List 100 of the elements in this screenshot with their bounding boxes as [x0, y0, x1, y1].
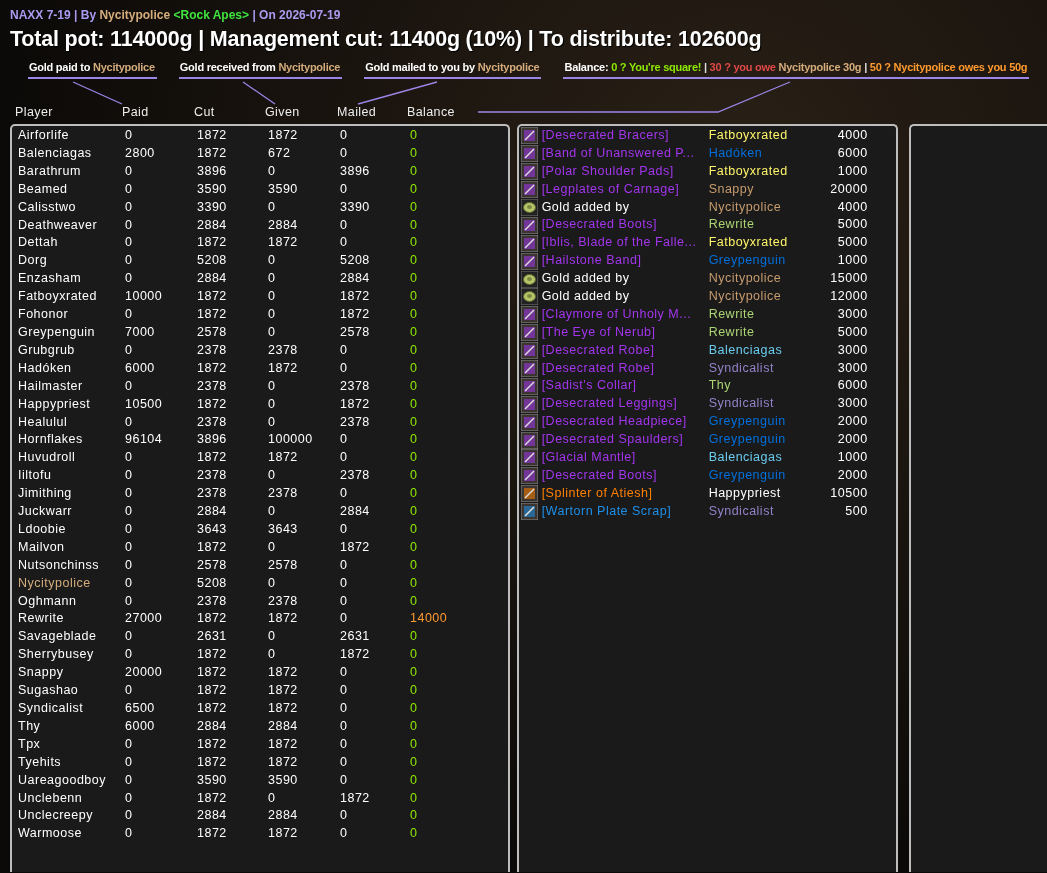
- item-link[interactable]: [Band of Unanswered P...: [541, 144, 709, 163]
- table-cell-text: 1872: [197, 288, 228, 306]
- column-header: Cut: [194, 105, 216, 119]
- table-cell-text: 0: [125, 270, 134, 288]
- player-name: Fohonor: [18, 306, 70, 324]
- table-cell-text: 1872: [197, 664, 228, 682]
- item-icon: [520, 181, 538, 199]
- table-cell-text: 2378: [340, 467, 371, 485]
- item-link[interactable]: [Polar Shoulder Pads]: [541, 162, 709, 181]
- table-cell-text: 3643: [268, 520, 299, 538]
- winner-name: Fatboyxrated: [708, 127, 789, 144]
- table-cell-text: 1872: [197, 359, 228, 377]
- winner-name: Fatboyxrated: [708, 162, 789, 180]
- table-cell-text: 0: [125, 377, 134, 395]
- table-cell-text: 1872: [197, 234, 228, 252]
- item-link[interactable]: [Splinter of Atiesh]: [541, 484, 709, 503]
- table-cell-text: 0: [125, 556, 134, 574]
- player-name: Happypriest: [18, 395, 92, 413]
- table-cell-text: 0: [340, 485, 349, 503]
- table-cell-text: 0: [410, 341, 419, 359]
- table-cell-text: 0: [268, 377, 277, 395]
- table-cell-text: 1872: [197, 144, 228, 162]
- table-cell-text: 0: [340, 771, 349, 789]
- item-link[interactable]: [Desecrated Robe]: [541, 341, 709, 360]
- price-amount: 12000: [829, 288, 868, 305]
- table-cell-text: 1872: [340, 395, 371, 413]
- table-cell-text: 2884: [197, 270, 228, 288]
- player-name: Healulul: [18, 413, 69, 431]
- table-cell-text: 0: [340, 127, 349, 144]
- item-link[interactable]: [Desecrated Leggings]: [541, 395, 709, 414]
- player-name: Unclecreepy: [18, 807, 94, 825]
- table-cell-text: 0: [125, 574, 134, 592]
- item-link[interactable]: [Desecrated Robe]: [541, 359, 709, 378]
- table-cell-text: 0: [410, 127, 419, 144]
- table-cell-text: 0: [268, 323, 277, 341]
- table-cell-text: 0: [268, 395, 277, 413]
- item-icon: [520, 216, 538, 234]
- table-cell-text: 3896: [340, 162, 371, 180]
- table-cell-text: 2884: [197, 503, 228, 521]
- winner-name: Nycitypolice: [708, 288, 783, 305]
- legend-label: Gold mailed to you by Nycitypolice: [364, 60, 542, 79]
- table-cell-text: 0: [410, 700, 419, 717]
- item-link[interactable]: [Hailstone Band]: [541, 252, 709, 271]
- table-cell-text: 0: [125, 735, 134, 753]
- item-link[interactable]: [Desecrated Bracers]: [541, 127, 709, 145]
- table-cell-text: 2378: [268, 341, 299, 359]
- player-name: Beamed: [18, 180, 69, 198]
- table-cell-text: 0: [340, 735, 349, 753]
- player-name: Tpx: [18, 735, 42, 753]
- item-link[interactable]: [Desecrated Boots]: [541, 466, 709, 485]
- table-cell-text: 0: [340, 717, 349, 735]
- item-link[interactable]: [Desecrated Spaulders]: [541, 431, 709, 450]
- item-link[interactable]: [Glacial Mantle]: [541, 449, 709, 467]
- table-cell-text: 0: [125, 252, 134, 270]
- table-cell-text: 1872: [340, 789, 371, 807]
- item-link[interactable]: [Desecrated Boots]: [541, 216, 709, 235]
- player-name: Warmoose: [18, 825, 83, 843]
- item-link[interactable]: [Claymore of Unholy M...: [541, 305, 709, 324]
- player-name: Nutsonchinss: [18, 556, 101, 574]
- table-cell-text: 7000: [125, 323, 156, 341]
- price-amount: 2000: [836, 431, 868, 449]
- table-cell-text: 1872: [197, 538, 228, 556]
- balance-legend: Balance: 0 ? You're square! | 30 ? you owe Nycitypolice 30g | 50 ? Nycitypolice owes you 50g: [563, 60, 1030, 79]
- item-icon: [520, 431, 538, 449]
- player-name: Savageblade: [18, 628, 98, 646]
- item-link[interactable]: [Legplates of Carnage]: [541, 180, 709, 199]
- item-link[interactable]: [The Eye of Nerub]: [541, 323, 709, 342]
- table-cell-text: 2884: [197, 807, 228, 825]
- winner-name: Nycitypolice: [708, 270, 783, 288]
- item-link[interactable]: [Sadist's Collar]: [541, 377, 709, 396]
- price-amount: 6000: [836, 144, 868, 162]
- table-cell-text: 14000: [410, 610, 449, 628]
- table-cell-text: 1872: [197, 825, 228, 843]
- table-cell-text: 0: [340, 144, 349, 162]
- winner-name: Balenciagas: [708, 341, 784, 359]
- player-name: Uareagoodboy: [18, 771, 107, 789]
- player-name: Grubgrub: [18, 341, 76, 359]
- table-cell-text: 0: [340, 753, 349, 771]
- price-amount: 5000: [836, 234, 868, 252]
- table-cell-text: 1872: [197, 449, 228, 467]
- table-cell-text: 2578: [340, 323, 371, 341]
- winner-name: Greypenguin: [708, 413, 787, 431]
- table-cell-text: 2884: [197, 717, 228, 735]
- table-cell-text: 6000: [125, 717, 156, 735]
- table-cell-text: 1872: [197, 610, 228, 628]
- price-amount: 10500: [829, 484, 868, 502]
- table-cell-text: 2884: [268, 717, 299, 735]
- legend-label: Gold paid to Nycitypolice: [28, 60, 157, 79]
- item-link[interactable]: [Iblis, Blade of the Falle...: [541, 234, 709, 253]
- item-link[interactable]: [Desecrated Headpiece]: [541, 413, 709, 432]
- table-cell-text: 0: [410, 413, 419, 431]
- table-cell-text: 5208: [197, 574, 228, 592]
- table-cell-text: 0: [410, 395, 419, 413]
- table-cell-text: 0: [268, 538, 277, 556]
- item-icon: [520, 377, 538, 395]
- table-cell-text: 0: [410, 628, 419, 646]
- price-amount: 4000: [836, 198, 868, 216]
- price-amount: 6000: [836, 377, 868, 395]
- item-link[interactable]: [Wartorn Plate Scrap]: [541, 502, 709, 521]
- table-cell-text: 0: [340, 592, 349, 610]
